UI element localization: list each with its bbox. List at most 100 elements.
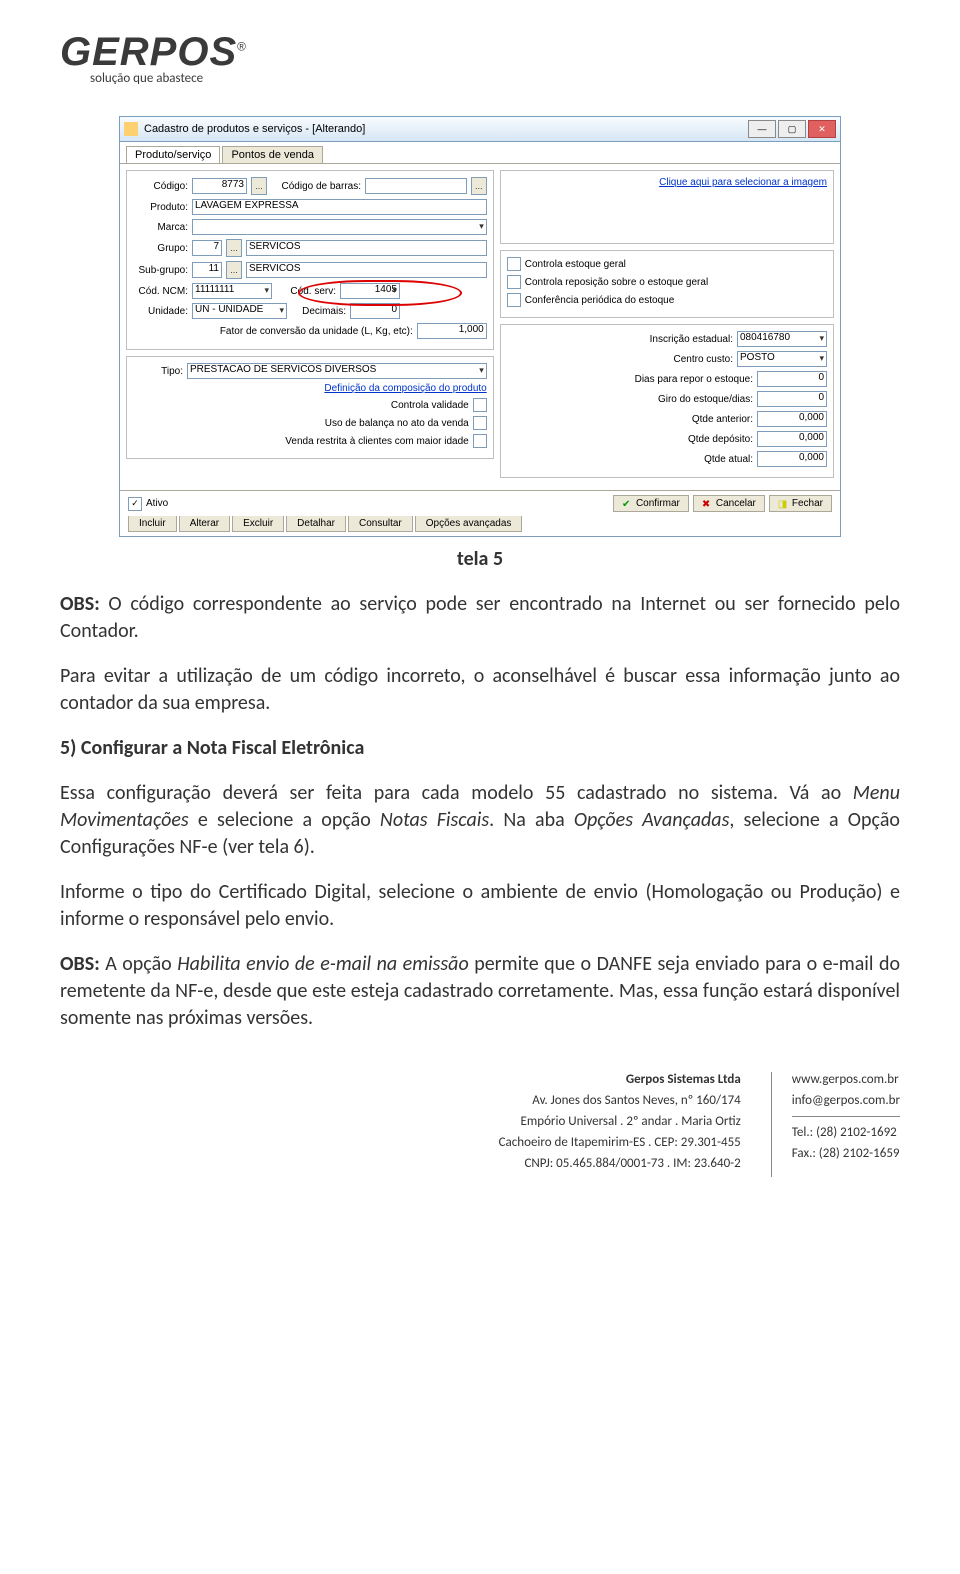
footer-cnpj: CNPJ: 05.465.884/0001-73 . IM: 23.640-2 bbox=[499, 1156, 741, 1171]
label-qtde-dep: Qtde depósito: bbox=[507, 434, 753, 445]
label-inscricao: Inscrição estadual: bbox=[507, 334, 733, 345]
input-cod-barras[interactable] bbox=[365, 178, 467, 194]
logo-reg: ® bbox=[237, 40, 247, 54]
label-reposicao: Controla reposição sobre o estoque geral bbox=[525, 277, 708, 288]
titlebar: Cadastro de produtos e serviços - [Alter… bbox=[120, 117, 840, 142]
input-fator[interactable]: 1,000 bbox=[417, 323, 487, 339]
figure-caption: tela 5 bbox=[60, 547, 900, 571]
label-conferencia: Conferência periódica do estoque bbox=[525, 295, 675, 306]
checkbox-estoque-geral[interactable] bbox=[507, 257, 521, 271]
select-codserv[interactable]: 1405 bbox=[340, 283, 400, 299]
input-qtde-atual[interactable]: 0,000 bbox=[757, 451, 827, 467]
cancelar-label: Cancelar bbox=[716, 498, 756, 509]
select-centro[interactable]: POSTO bbox=[737, 351, 827, 367]
label-cod-barras: Código de barras: bbox=[271, 181, 361, 192]
p3c: e selecione a opção bbox=[189, 808, 380, 832]
select-unidade[interactable]: UN - UNIDADE bbox=[192, 303, 287, 319]
maximize-button[interactable]: ▢ bbox=[778, 120, 806, 138]
group-tipo: Tipo: PRESTACAO DE SERVICOS DIVERSOS Def… bbox=[126, 356, 494, 459]
tab-opcoes-avancadas[interactable]: Opções avançadas bbox=[415, 516, 523, 532]
label-restrita: Venda restrita à clientes com maior idad… bbox=[285, 436, 468, 447]
lookup-cod-barras[interactable]: … bbox=[471, 177, 487, 195]
right-column: Clique aqui para selecionar a imagem Con… bbox=[500, 170, 834, 484]
select-marca[interactable] bbox=[192, 219, 487, 235]
tab-detalhar[interactable]: Detalhar bbox=[286, 516, 346, 532]
input-decimais[interactable]: 0 bbox=[350, 303, 400, 319]
link-selecionar-imagem[interactable]: Clique aqui para selecionar a imagem bbox=[659, 177, 827, 188]
label-qtde-atual: Qtde atual: bbox=[507, 454, 753, 465]
checkbox-restrita[interactable] bbox=[473, 434, 487, 448]
input-subgrupo-id[interactable]: 11 bbox=[192, 262, 222, 278]
label-giro: Giro do estoque/dias: bbox=[507, 394, 753, 405]
label-codserv: Cód. serv: bbox=[276, 286, 336, 297]
para-aviso: Para evitar a utilização de um código in… bbox=[60, 663, 900, 717]
footer-email: info@gerpos.com.br bbox=[792, 1093, 900, 1108]
footer-street: Av. Jones dos Santos Neves, nº 160/174 bbox=[499, 1093, 741, 1108]
input-giro[interactable]: 0 bbox=[757, 391, 827, 407]
tab-consultar[interactable]: Consultar bbox=[348, 516, 413, 532]
footer-site: www.gerpos.com.br bbox=[792, 1072, 900, 1087]
link-definicao-composicao[interactable]: Definição da composição do produto bbox=[324, 383, 486, 394]
tab-alterar[interactable]: Alterar bbox=[179, 516, 230, 532]
fechar-button[interactable]: ◨ Fechar bbox=[769, 495, 832, 512]
logo-text: GERPOS® bbox=[60, 30, 900, 75]
obs1-text: O código correspondente ao serviço pode … bbox=[60, 592, 900, 643]
bottom-tabs: Incluir Alterar Excluir Detalhar Consult… bbox=[120, 516, 840, 536]
input-grupo-nome[interactable]: SERVICOS bbox=[246, 240, 487, 256]
label-marca: Marca: bbox=[133, 222, 188, 233]
minimize-button[interactable]: — bbox=[748, 120, 776, 138]
fechar-label: Fechar bbox=[792, 498, 823, 509]
footer-divider bbox=[792, 1116, 900, 1117]
label-ncm: Cód. NCM: bbox=[133, 286, 188, 297]
input-grupo-id[interactable]: 7 bbox=[192, 240, 222, 256]
tab-excluir[interactable]: Excluir bbox=[232, 516, 284, 532]
label-unidade: Unidade: bbox=[133, 306, 188, 317]
lookup-subgrupo[interactable]: … bbox=[226, 261, 242, 279]
footer-city: Cachoeiro de Itapemirim-ES . CEP: 29.301… bbox=[499, 1135, 741, 1150]
select-tipo[interactable]: PRESTACAO DE SERVICOS DIVERSOS bbox=[187, 363, 487, 379]
label-decimais: Decimais: bbox=[291, 306, 346, 317]
select-inscricao[interactable]: 080416780 bbox=[737, 331, 827, 347]
label-produto: Produto: bbox=[133, 202, 188, 213]
door-icon: ◨ bbox=[778, 499, 788, 509]
brand-logo: GERPOS® solução que abastece bbox=[60, 30, 900, 86]
input-qtde-dep[interactable]: 0,000 bbox=[757, 431, 827, 447]
checkbox-reposicao[interactable] bbox=[507, 275, 521, 289]
input-subgrupo-nome[interactable]: SERVICOS bbox=[246, 262, 487, 278]
cancelar-button[interactable]: ✖ Cancelar bbox=[693, 495, 765, 512]
input-codigo[interactable]: 8773 bbox=[192, 178, 247, 194]
close-button[interactable]: ✕ bbox=[808, 120, 836, 138]
checkbox-conferencia[interactable] bbox=[507, 293, 521, 307]
para-config: Essa configuração deverá ser feita para … bbox=[60, 780, 900, 861]
tab-incluir[interactable]: Incluir bbox=[128, 516, 177, 532]
checkbox-ativo[interactable] bbox=[128, 497, 142, 511]
input-produto[interactable]: LAVAGEM EXPRESSA bbox=[192, 199, 487, 215]
logo-name: GERPOS bbox=[60, 30, 237, 74]
para-certificado: Informe o tipo do Certificado Digital, s… bbox=[60, 879, 900, 933]
checkbox-balanca[interactable] bbox=[473, 416, 487, 430]
input-qtde-ant[interactable]: 0,000 bbox=[757, 411, 827, 427]
tab-pontos-venda[interactable]: Pontos de venda bbox=[222, 146, 323, 163]
label-validade: Controla validade bbox=[391, 400, 469, 411]
lookup-grupo[interactable]: … bbox=[226, 239, 242, 257]
tab-produto-servico[interactable]: Produto/serviço bbox=[126, 146, 220, 163]
lookup-codigo[interactable]: … bbox=[251, 177, 267, 195]
label-codigo: Código: bbox=[133, 181, 188, 192]
confirmar-button[interactable]: ✔ Confirmar bbox=[613, 495, 689, 512]
label-ativo: Ativo bbox=[146, 498, 168, 509]
footer-building: Empório Universal . 2º andar . Maria Ort… bbox=[499, 1114, 741, 1129]
footer-fax: Fax.: (28) 2102-1659 bbox=[792, 1146, 900, 1161]
label-grupo: Grupo: bbox=[133, 243, 188, 254]
label-estoque-geral: Controla estoque geral bbox=[525, 259, 626, 270]
obs1-label: OBS: bbox=[60, 592, 100, 616]
para-obs1: OBS: O código correspondente ao serviço … bbox=[60, 591, 900, 645]
checkbox-validade[interactable] bbox=[473, 398, 487, 412]
confirmar-label: Confirmar bbox=[636, 498, 680, 509]
footer-contact: www.gerpos.com.br info@gerpos.com.br Tel… bbox=[771, 1072, 900, 1177]
select-ncm[interactable]: 11111111 bbox=[192, 283, 272, 299]
input-dias[interactable]: 0 bbox=[757, 371, 827, 387]
group-imagem: Clique aqui para selecionar a imagem bbox=[500, 170, 834, 244]
label-dias: Dias para repor o estoque: bbox=[507, 374, 753, 385]
check-icon: ✔ bbox=[622, 499, 632, 509]
x-icon: ✖ bbox=[702, 499, 712, 509]
